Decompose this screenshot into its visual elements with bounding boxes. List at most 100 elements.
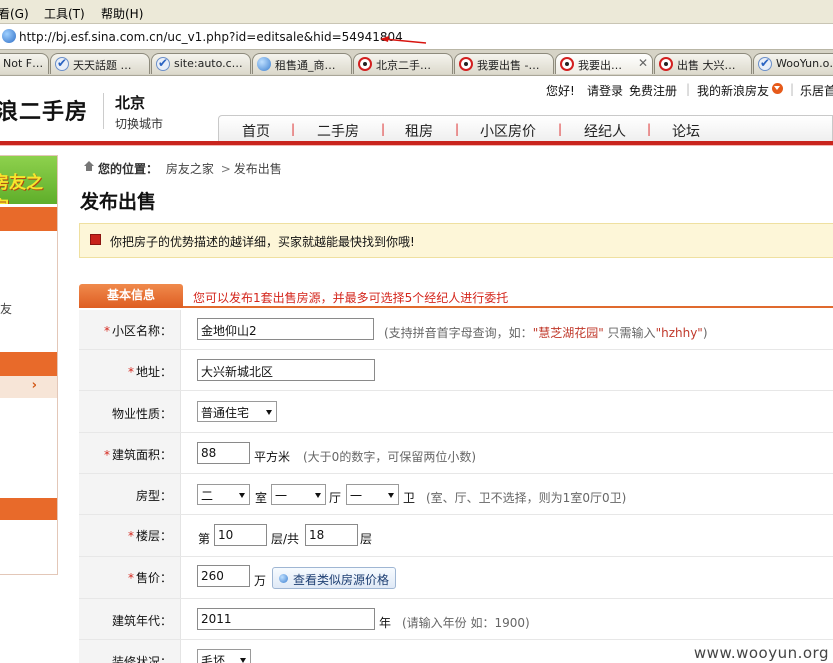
tab-wooyun[interactable]: WooYun.o… [753, 53, 833, 74]
main-nav: 首页 | 二手房 | 租房 | 小区房价 | 经纪人 | 论坛 [218, 115, 833, 141]
site-logo[interactable]: 浪二手房 [0, 94, 88, 126]
banner-text: 房友之家 [0, 173, 43, 204]
floor-suffix: 层 [360, 532, 373, 546]
tab-label: 我要出… [578, 59, 622, 72]
sidebar-section-header [0, 207, 57, 231]
leju-link[interactable]: 乐居首 [800, 82, 833, 99]
breadcrumb-home-link[interactable]: 房友之家 [166, 162, 214, 176]
sidebar-section-header [0, 352, 57, 376]
rooms-select[interactable]: 二 [197, 484, 250, 505]
baths-select[interactable]: 一 [346, 484, 399, 505]
decoration-select[interactable]: 毛坯 [197, 649, 251, 663]
tab-woyao-chushou[interactable]: 我要出售 -… [454, 53, 554, 74]
chevron-down-icon[interactable] [772, 82, 783, 96]
price-unit: 万 [254, 574, 267, 588]
nav-esf[interactable]: 二手房 [317, 121, 359, 141]
nav-community-price[interactable]: 小区房价 [480, 121, 536, 141]
my-sina-friend-link[interactable]: 我的新浪房友 [697, 82, 769, 99]
menu-tools[interactable]: 工具(T) [44, 5, 85, 22]
notice-bar: 你把房子的优势描述的越详细，买家就越能最快找到你哦! [79, 223, 833, 258]
menu-view[interactable]: 看(G) [0, 5, 29, 22]
year-input[interactable]: 2011 [197, 608, 375, 630]
row-layout: 房型： 二 室 一 厅 一 卫 (室、厅、卫不选择，则为1室0厅0卫) [79, 474, 833, 515]
nav-agent[interactable]: 经纪人 [584, 121, 626, 141]
login-link[interactable]: 请登录 [587, 82, 623, 99]
halls-unit: 厅 [329, 491, 342, 505]
page-title: 发布出售 [80, 191, 157, 213]
ie-page-icon [2, 29, 16, 43]
current-city: 北京 [115, 94, 146, 112]
tab-tiantian[interactable]: 天天話题 … [50, 53, 150, 74]
nav-separator: | [647, 122, 652, 136]
switch-city-link[interactable]: 切换城市 [115, 115, 163, 132]
address-label: * 地址： [79, 350, 181, 390]
row-area: * 建筑面积： 88 平方米 (大于0的数字，可保留两位小数) [79, 433, 833, 474]
community-hint: (支持拼音首字母查询，如："慧芝湖花园" 只需输入"hzhhy") [384, 326, 708, 340]
section-header: 基本信息 您可以发布1套出售房源，并最多可选择5个经纪人进行委托 [79, 284, 833, 308]
tab-beijing-esf[interactable]: 北京二手… [353, 53, 453, 74]
sidebar-banner[interactable]: 房友之家 [0, 156, 57, 204]
year-unit: 年 [379, 616, 392, 630]
community-input[interactable]: 金地仰山2 [197, 318, 374, 340]
close-icon[interactable]: ✕ [638, 56, 648, 70]
total-floors-input[interactable]: 18 [305, 524, 358, 546]
greeting: 您好! [546, 84, 575, 98]
chevron-right-icon: › [31, 378, 37, 393]
area-hint: (大于0的数字，可保留两位小数) [303, 450, 476, 464]
tab-woyao-active[interactable]: 我要出… ✕ [555, 53, 653, 74]
nav-separator: | [381, 122, 386, 136]
section-message: 您可以发布1套出售房源，并最多可选择5个经纪人进行委托 [193, 291, 509, 305]
sina-icon [358, 57, 372, 71]
similar-price-label: 查看类似房源价格 [293, 573, 390, 587]
property-type-label: 物业性质： [79, 391, 181, 432]
area-input[interactable]: 88 [197, 442, 250, 464]
notice-icon [90, 234, 101, 245]
property-type-select[interactable]: 普通住宅 [197, 401, 277, 422]
tab-not-found[interactable]: Not F… [0, 53, 49, 74]
sidebar-item-selected[interactable]: › [0, 376, 57, 398]
price-label: * 售价： [79, 557, 181, 598]
nav-rent[interactable]: 租房 [405, 121, 433, 141]
similar-price-button[interactable]: 查看类似房源价格 [272, 567, 397, 589]
floor-input[interactable]: 10 [214, 524, 267, 546]
sina-icon [459, 57, 473, 71]
home-icon [84, 161, 94, 173]
browser-tab-bar: Not F… 天天話题 … site:auto.c… 租售通_商… 北京二手… … [0, 50, 833, 76]
breadcrumb: 您的位置： 房友之家 > 发布出售 [84, 160, 282, 177]
tab-label: WooYun.o… [776, 57, 833, 70]
floor-label: * 楼层： [79, 515, 181, 556]
tab-label: 租售通_商… [275, 59, 336, 72]
tab-label: 我要出售 -… [477, 59, 540, 72]
header-divider [103, 93, 104, 129]
notice-text: 你把房子的优势描述的越详细，买家就越能最快找到你哦! [110, 235, 415, 249]
register-link[interactable]: 免费注册 [629, 82, 677, 99]
tab-zushoutong[interactable]: 租售通_商… [252, 53, 352, 74]
price-input[interactable]: 260 [197, 565, 250, 587]
watermark: www.wooyun.org [693, 644, 829, 662]
area-label: * 建筑面积： [79, 433, 181, 473]
address-bar[interactable]: http://bj.esf.sina.com.cn/uc_v1.php?id=e… [0, 24, 833, 50]
breadcrumb-label: 您的位置： [98, 162, 159, 176]
tab-basic-info[interactable]: 基本信息 [79, 284, 183, 308]
red-arrow-icon [380, 36, 427, 44]
year-label: 建筑年代： [79, 599, 181, 639]
toplink-separator: | [686, 82, 691, 96]
check-icon [156, 56, 170, 71]
sina-icon [659, 57, 673, 71]
row-property-type: 物业性质： 普通住宅 [79, 391, 833, 433]
row-floor: * 楼层： 第 10 层/共 18 层 [79, 515, 833, 557]
nav-forum[interactable]: 论坛 [672, 121, 700, 141]
tab-site-auto[interactable]: site:auto.c… [151, 53, 251, 74]
halls-select[interactable]: 一 [271, 484, 326, 505]
tab-label: Not F… [3, 57, 44, 70]
address-input[interactable]: 大兴新城北区 [197, 359, 375, 381]
nav-home[interactable]: 首页 [242, 121, 270, 141]
header-red-line-shadow [0, 145, 833, 146]
tab-label: 出售 大兴… [677, 59, 736, 72]
menu-help[interactable]: 帮助(H) [101, 5, 143, 22]
sidebar-item-label[interactable]: 友 [0, 300, 12, 317]
floor-mid: 层/共 [271, 532, 300, 546]
baths-unit: 卫 [403, 491, 416, 505]
tab-chushou-daxing[interactable]: 出售 大兴… [654, 53, 752, 74]
address-url[interactable]: http://bj.esf.sina.com.cn/uc_v1.php?id=e… [19, 30, 403, 44]
